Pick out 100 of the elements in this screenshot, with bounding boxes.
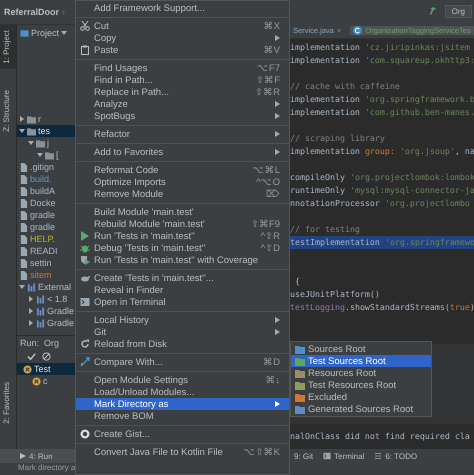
submenu-arrow-icon [275,401,280,407]
menu-item[interactable]: Open Module Settings ⌘↓ [76,374,289,386]
coverage-icon [80,255,90,265]
run-tab[interactable]: Org [44,338,60,348]
test-item[interactable]: Test [17,363,75,375]
code-line: // for testing [290,223,361,236]
terminal-icon [323,452,332,460]
menu-item[interactable]: Local History [76,314,289,326]
menu-item[interactable]: Refactor [76,128,289,140]
menu-item[interactable]: Analyze [76,98,289,110]
submenu-item[interactable]: Excluded [291,391,431,403]
menu-item[interactable]: Reveal in Finder [76,284,289,296]
submenu-arrow-icon [275,131,280,137]
scissors-icon [80,21,90,31]
class-icon [353,26,362,34]
test-item[interactable]: c [17,375,75,387]
menu-item[interactable]: Cut ⌘X [76,20,289,32]
tree-item[interactable]: Docke [17,197,75,209]
menu-item[interactable]: Remove Module ⌦ [76,188,289,200]
code-line: useJUnitPlatform() [290,288,381,301]
menu-item[interactable]: Mark Directory as [76,398,289,410]
tool-window-tab[interactable]: 2: Favorites [0,377,16,429]
code-line: { [294,275,301,288]
stop-icon[interactable] [42,352,51,361]
code-line: implementation group: 'org.jsoup', na [290,145,474,158]
code-line: implementation 'com.github.ben-manes. [290,106,474,119]
code-line: implementation 'com.squareup.okhttp3: [290,54,474,67]
menu-item[interactable]: Open in Terminal [76,296,289,308]
menu-item[interactable]: Replace in Path... ⇧⌘R [76,86,289,98]
check-icon[interactable] [27,352,36,361]
menu-item[interactable]: Optimize Imports ^⌥O [76,176,289,188]
status-text: Mark directory a [17,463,75,474]
tree-item[interactable]: buildA [17,185,75,197]
menu-item[interactable]: Create Gist... [76,428,289,440]
list-icon [374,452,382,460]
tree-item[interactable]: gradle [17,221,75,233]
tool-window-tab[interactable]: 1: Project [0,25,16,69]
tree-item[interactable]: .gitign [17,161,75,173]
tree-item[interactable]: READI [17,245,75,257]
menu-item[interactable]: Add Framework Support... [76,2,289,14]
tree-item[interactable]: build. [17,173,75,185]
submenu-item[interactable]: Sources Root [291,343,431,355]
menu-item[interactable]: Git [76,326,289,338]
tree-item[interactable]: tes [17,125,75,137]
tree-item[interactable]: gradle [17,209,75,221]
submenu-item[interactable]: Test Sources Root [291,355,431,367]
menu-item[interactable]: SpotBugs [76,110,289,122]
submenu-arrow-icon [275,35,280,41]
hammer-icon[interactable] [428,6,439,16]
tree-item[interactable]: External [17,281,75,293]
tree-item[interactable]: sitem [17,269,75,281]
menu-item[interactable]: Paste ⌘V [76,44,289,56]
menu-item[interactable]: Load/Unload Modules... [76,386,289,398]
menu-item[interactable]: Create 'Tests in 'main.test''... [76,272,289,284]
breadcrumb-separator: › [62,7,66,17]
tree-item[interactable]: [ [17,149,75,161]
collapsed-arrow-icon[interactable] [19,116,25,122]
menu-item[interactable]: Debug 'Tests in 'main.test'' ^⇧D [76,242,289,254]
tree-item[interactable]: r [17,113,75,125]
breadcrumb-item[interactable]: ReferralDoor [4,7,60,17]
tool-window-tab[interactable]: 9: Git [294,452,314,460]
caret-icon[interactable] [61,31,68,35]
code-line: implementation 'cz.jiripinkas:jsitem [290,41,471,54]
menu-item[interactable]: Compare With... ⌘D [76,356,289,368]
submenu-item[interactable]: Test Resources Root [291,379,431,391]
menu-item[interactable]: Reload from Disk [76,338,289,350]
play-icon [20,453,26,459]
expanded-arrow-icon[interactable] [19,284,25,290]
run-tool-tab[interactable]: 4: Run [0,449,75,463]
run-panel-label: Run: [20,338,40,348]
failed-test-icon [23,364,32,374]
tree-item[interactable]: Gradle [17,317,75,329]
run-configuration-dropdown[interactable]: Org [444,4,472,18]
menu-item[interactable]: Run 'Tests in 'main.test'' ^⇧R [76,230,289,242]
menu-item[interactable]: Remove BOM [76,410,289,422]
code-line: testLogging.showStandardStreams(true) [290,301,474,314]
menu-item[interactable]: Convert Java File to Kotlin File ⌥⇧⌘K [76,446,289,458]
menu-item[interactable]: Run 'Tests in 'main.test'' with Coverage [76,254,289,266]
tree-item[interactable]: HELP. [17,233,75,245]
tool-window-tab[interactable]: Z: Structure [0,84,16,137]
library-icon [36,318,45,328]
menu-item[interactable]: Build Module 'main.test' [76,206,289,218]
tree-item[interactable]: settin [17,257,75,269]
menu-item[interactable]: Find Usages ⌥F7 [76,62,289,74]
menu-item[interactable]: Reformat Code ⌥⌘L [76,164,289,176]
panel-title[interactable]: Project [31,28,60,38]
submenu-item[interactable]: Resources Root [291,367,431,379]
code-line: runtimeOnly 'mysql:mysql-connector-ja [290,184,474,197]
submenu-item[interactable]: Generated Sources Root [291,403,431,415]
tool-window-tab[interactable]: 6: TODO [374,452,418,460]
menu-item[interactable]: Add to Favorites [76,146,289,158]
tool-window-tab[interactable]: Terminal [323,452,364,460]
menu-item[interactable]: Copy [76,32,289,44]
tree-item[interactable]: < 1.8 [17,293,75,305]
bug-icon [80,243,90,253]
menu-item[interactable]: Find in Path... ⇧⌘F [76,74,289,86]
tree-item[interactable]: Gradle [17,305,75,317]
menu-item[interactable]: Rebuild Module 'main.test' ⇧⌘F9 [76,218,289,230]
tree-item[interactable]: j [17,137,75,149]
console-line: nalOnClass did not find required cla [290,430,471,443]
